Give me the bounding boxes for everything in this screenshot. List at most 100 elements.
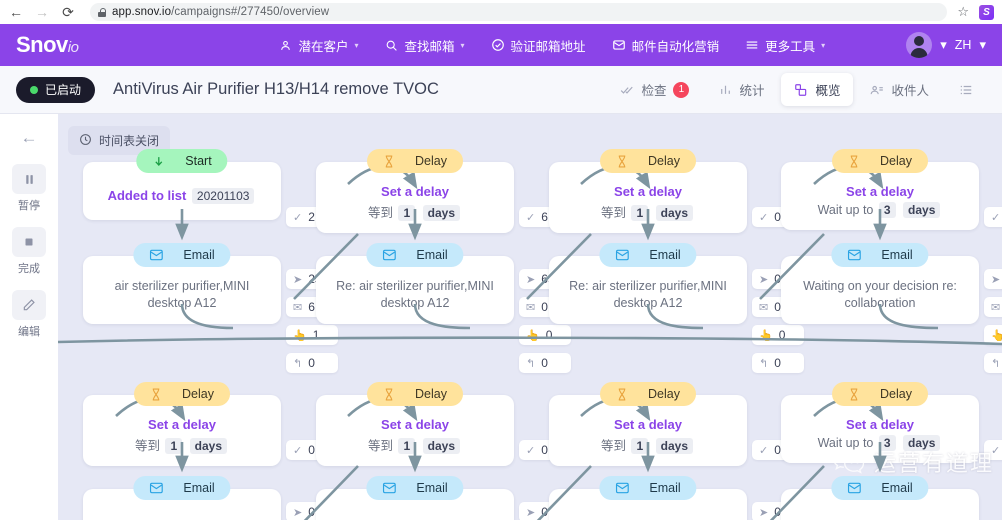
stop-icon <box>12 227 46 257</box>
hourglass-icon <box>848 155 860 168</box>
email-subject: Re: air sterilizer purifier,MINI desktop… <box>336 279 494 310</box>
language-label[interactable]: ZH <box>955 38 972 52</box>
tab-recipients[interactable]: 收件人 <box>857 73 942 106</box>
node-delay-col2[interactable]: Delay Set a delay 等到 1 days <box>316 149 514 233</box>
stat-value: 0 <box>774 505 781 519</box>
node-delay-row2-col3[interactable]: Delay Set a delay 等到 1 days <box>549 382 747 466</box>
node-tag-delay: Delay <box>134 382 230 406</box>
node-email-row2-col2[interactable]: Email <box>316 476 514 520</box>
delay-value-chip: 1 <box>398 438 416 454</box>
sidebar-item-pause[interactable]: 暂停 <box>12 164 46 213</box>
clicked-icon: 👆 <box>759 329 773 342</box>
opened-icon: ✉ <box>526 301 536 314</box>
star-icon[interactable]: ☆ <box>957 4 969 20</box>
delay-title: Set a delay <box>846 184 914 199</box>
envelope-icon <box>149 249 163 261</box>
node-delay-row2-col1[interactable]: Delay Set a delay 等到 1 days <box>83 382 281 466</box>
browser-reload-icon[interactable]: ⟳ <box>60 4 76 20</box>
node-email-col3[interactable]: Email Re: air sterilizer purifier,MINI d… <box>549 243 747 324</box>
tab-statistics[interactable]: 统计 <box>706 73 777 106</box>
stats-email-col4: ➤ 0 ✉ 0 👆 0 ↰ 0 <box>984 269 1002 381</box>
node-email-col2[interactable]: Email Re: air sterilizer purifier,MINI d… <box>316 243 514 324</box>
node-email-col4[interactable]: Email Waiting on your decision re: colla… <box>781 243 979 324</box>
sidebar-item-edit[interactable]: 编辑 <box>12 290 46 339</box>
browser-forward-icon[interactable]: → <box>34 4 50 20</box>
node-primary-text: Added to list 20201103 <box>93 188 271 204</box>
snovio-logo[interactable]: Snovio <box>16 32 79 58</box>
delay-value-chip: 1 <box>165 438 183 454</box>
sent-icon: ➤ <box>293 506 303 519</box>
hourglass-icon <box>848 388 860 401</box>
campaign-sidebar: ← 暂停 完成 编辑 <box>0 114 58 520</box>
node-email-col1[interactable]: Email air sterilizer purifier,MINI deskt… <box>83 243 281 324</box>
extension-icon[interactable]: S <box>979 4 994 20</box>
node-email-row2-col3[interactable]: Email <box>549 476 747 520</box>
check-icon: ✓ <box>759 444 769 457</box>
email-subject: Re: air sterilizer purifier,MINI desktop… <box>569 279 727 310</box>
browser-back-icon[interactable]: ← <box>8 4 24 20</box>
stat-value: 0 <box>545 328 553 342</box>
node-email-row2-col4[interactable]: Email <box>781 476 979 520</box>
status-dot-icon <box>30 85 38 94</box>
browser-toolbar: ← → ⟳ app.snov.io/campaigns#/277450/over… <box>0 0 1002 24</box>
node-delay-row2-col4[interactable]: Delay Set a delay Wait up to 3 days <box>781 382 979 463</box>
language-chevron-down-icon[interactable]: ▾ <box>979 37 986 53</box>
stat-clicked: 👆 0 <box>752 325 804 345</box>
node-delay-col4[interactable]: Delay Set a delay Wait up to 3 days <box>781 149 979 230</box>
node-tag-label: Delay <box>182 387 214 401</box>
sidebar-item-finish[interactable]: 完成 <box>12 227 46 276</box>
check-icon: ✓ <box>293 444 303 457</box>
tab-overview[interactable]: 概览 <box>781 73 854 106</box>
bar-chart-icon <box>719 83 732 96</box>
pause-icon <box>12 164 46 194</box>
node-tag-label: Start <box>185 154 212 168</box>
envelope-icon <box>149 482 163 494</box>
delay-title: Set a delay <box>381 417 449 432</box>
stat-clicked: 👆 0 <box>984 325 1002 345</box>
delay-unit-chip: days <box>422 438 461 454</box>
stat-check: ✓ 0 <box>984 207 1002 227</box>
node-delay-row2-col2[interactable]: Delay Set a delay 等到 1 days <box>316 382 514 466</box>
check-icon: ✓ <box>293 211 303 224</box>
delay-title: Set a delay <box>614 417 682 432</box>
status-label: 已启动 <box>45 83 82 97</box>
envelope-icon <box>847 482 861 494</box>
envelope-icon <box>382 249 396 261</box>
tab-list[interactable] <box>946 76 986 104</box>
nav-item-email-drip-campaigns[interactable]: 邮件自动化营销 <box>612 36 719 55</box>
stats-delay-row2-col4: ✓ 0 <box>984 440 1002 468</box>
node-tag-email: Email <box>599 476 697 500</box>
node-tag-delay: Delay <box>832 149 928 173</box>
hourglass-icon <box>616 155 628 168</box>
nav-item-email-finder[interactable]: 查找邮箱 ▾ <box>385 36 465 55</box>
node-start[interactable]: Start Added to list 20201103 <box>83 149 281 220</box>
node-email-row2-col1[interactable]: Email <box>83 476 281 520</box>
stat-sent: ➤ 0 <box>984 269 1002 289</box>
address-bar[interactable]: app.snov.io/campaigns#/277450/overview <box>90 3 948 21</box>
node-tag-email: Email <box>366 476 464 500</box>
node-delay-col3[interactable]: Delay Set a delay 等到 1 days <box>549 149 747 233</box>
delay-detail: 等到 1 days <box>559 435 737 454</box>
node-tag-label: Email <box>183 481 215 495</box>
email-subject: air sterilizer purifier,MINI desktop A12 <box>114 279 250 310</box>
stat-value: 0 <box>308 356 315 370</box>
sidebar-item-label: 暂停 <box>18 200 40 212</box>
person-icon <box>278 38 292 52</box>
flow-canvas[interactable]: 时间表关闭 Start Added to list 20201103 ✓ 2 E… <box>58 114 1002 520</box>
nav-item-more-tools[interactable]: 更多工具 ▾ <box>745 36 825 55</box>
schedule-label: 时间表关闭 <box>99 134 160 148</box>
list-icon <box>959 83 973 97</box>
back-arrow-icon[interactable]: ← <box>21 128 38 148</box>
navbar-items: 潜在客户 ▾ 查找邮箱 ▾ 验证邮箱地址 邮件自动化营销 更多工具 ▾ <box>278 36 825 55</box>
browser-actions: ☆ S <box>957 4 994 20</box>
stat-check: ✓ 0 <box>984 440 1002 460</box>
avatar-chevron-down-icon[interactable]: ▾ <box>940 37 947 53</box>
nav-item-prospects[interactable]: 潜在客户 ▾ <box>278 36 359 55</box>
stat-value: 0 <box>541 356 548 370</box>
node-tag-label: Delay <box>648 387 680 401</box>
nav-item-email-verifier[interactable]: 验证邮箱地址 <box>491 36 586 55</box>
tab-check[interactable]: 检查 1 <box>607 73 702 106</box>
avatar[interactable] <box>906 32 933 58</box>
replied-icon: ↰ <box>991 357 1001 370</box>
sent-icon: ➤ <box>293 273 303 286</box>
